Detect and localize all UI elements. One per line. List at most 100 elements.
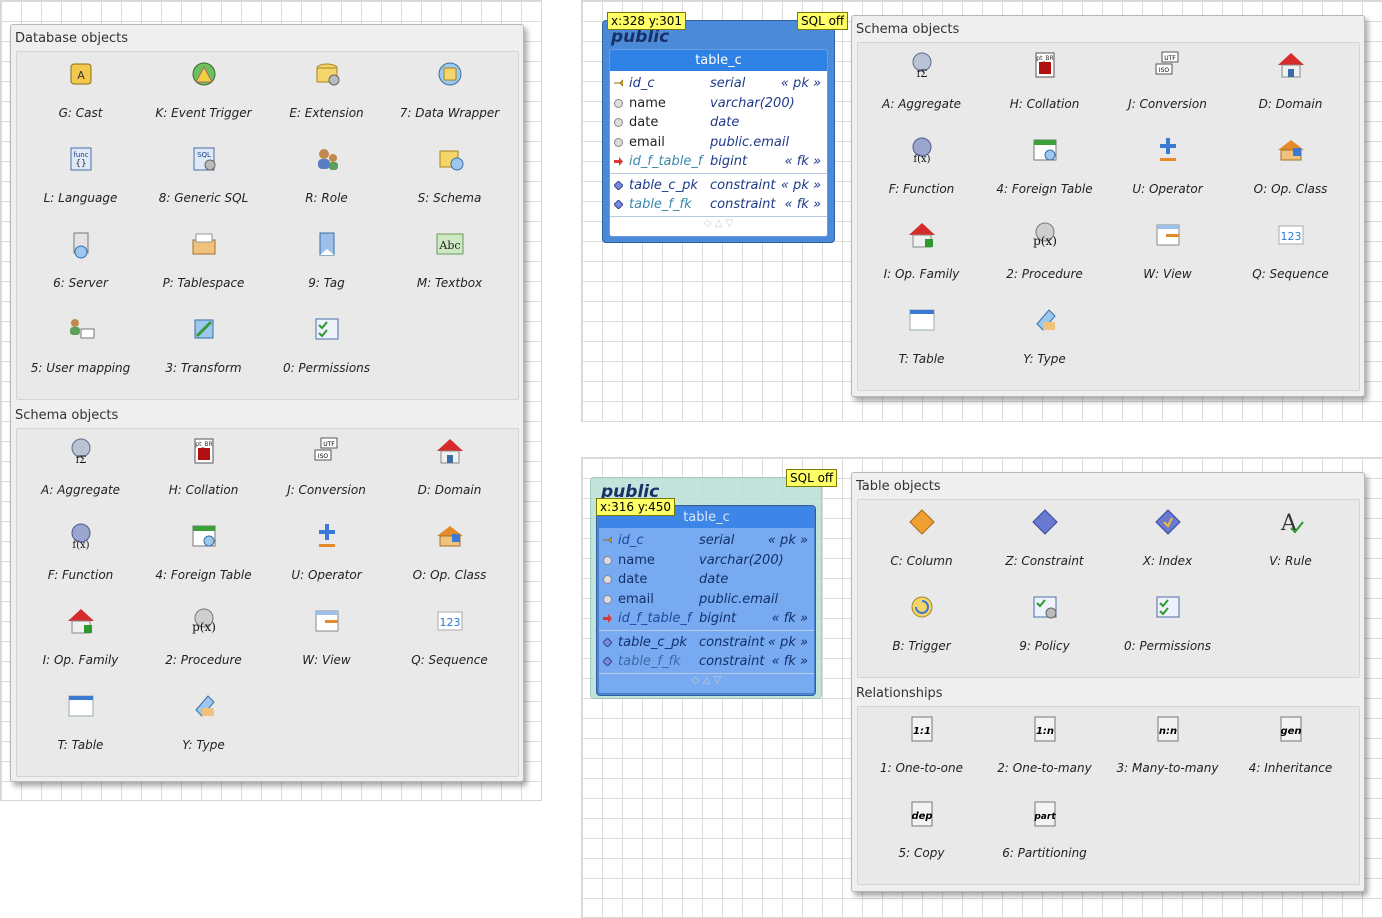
object-button-generic-sql[interactable]: SQL 8: Generic SQL	[142, 137, 265, 222]
object-button-collation[interactable]: pt_BR H: Collation	[142, 429, 265, 514]
object-button-procedure[interactable]: p(x) 2: Procedure	[142, 599, 265, 684]
object-button-sequence[interactable]: 123 Q: Sequence	[388, 599, 511, 684]
object-button-conversion[interactable]: UTF ISO J: Conversion	[265, 429, 388, 514]
primary-key-icon	[614, 79, 623, 87]
table-pager[interactable]: ◇ △ ▽	[610, 218, 827, 232]
object-button-function[interactable]: f(x) F: Function	[19, 514, 142, 599]
object-button-language[interactable]: func{} L: Language	[19, 137, 142, 222]
table-pager[interactable]: ◇ △ ▽	[599, 675, 814, 689]
object-button-table[interactable]: T: Table	[19, 684, 142, 769]
object-button-operator[interactable]: U: Operator	[1106, 128, 1229, 213]
object-button-schema[interactable]: S: Schema	[388, 137, 511, 222]
key-label: « pk »	[780, 76, 821, 91]
object-button-rule[interactable]: A V: Rule	[1229, 500, 1352, 585]
object-button-domain[interactable]: D: Domain	[1229, 43, 1352, 128]
column-row[interactable]: id_f_table_f bigint « fk »	[599, 609, 814, 628]
object-button-aggregate[interactable]: fΣ A: Aggregate	[860, 43, 983, 128]
object-label: H: Collation	[168, 483, 239, 497]
column-row[interactable]: email public.email	[599, 590, 814, 609]
conversion-icon: UTF ISO	[1152, 49, 1184, 81]
object-label: C: Column	[890, 554, 953, 568]
object-button-server[interactable]: 6: Server	[19, 222, 142, 307]
index-icon	[1152, 506, 1184, 538]
svg-text:f(x): f(x)	[72, 540, 89, 551]
column-type: bigint	[699, 611, 737, 626]
object-button-policy[interactable]: 9: Policy	[983, 585, 1106, 670]
object-button-op-family[interactable]: I: Op. Family	[19, 599, 142, 684]
object-button-one-to-one[interactable]: 1:1 1: One-to-one	[860, 707, 983, 792]
constraint-row[interactable]: table_c_pk constraint « pk »	[599, 633, 814, 652]
object-button-type[interactable]: Y: Type	[983, 298, 1106, 383]
object-button-operator[interactable]: U: Operator	[265, 514, 388, 599]
object-button-tag[interactable]: 9: Tag	[265, 222, 388, 307]
table-node-bottom[interactable]: public table_c id_c serial « pk » name varch…	[596, 482, 816, 696]
column-row[interactable]: id_c serial « pk »	[610, 74, 827, 93]
object-label: I: Op. Family	[883, 267, 960, 281]
object-button-view[interactable]: W: View	[265, 599, 388, 684]
object-button-user-mapping[interactable]: 5: User mapping	[19, 307, 142, 392]
object-button-foreign-table[interactable]: 4: Foreign Table	[983, 128, 1106, 213]
object-label: Y: Type	[1023, 352, 1066, 366]
object-label: 0: Permissions	[1123, 639, 1212, 653]
object-button-table[interactable]: T: Table	[860, 298, 983, 383]
object-label: H: Collation	[1009, 97, 1080, 111]
object-button-copy[interactable]: dep 5: Copy	[860, 792, 983, 877]
object-button-event-trigger[interactable]: K: Event Trigger	[142, 52, 265, 137]
column-row[interactable]: id_c serial « pk »	[599, 531, 814, 550]
constraint-row[interactable]: table_f_fk constraint « fk »	[610, 195, 827, 214]
cast-icon: A	[65, 58, 97, 90]
object-button-foreign-table[interactable]: 4: Foreign Table	[142, 514, 265, 599]
operator-icon	[1152, 134, 1184, 166]
svg-text:func: func	[73, 151, 88, 159]
partitioning-icon: part	[1029, 798, 1061, 830]
constraint-row[interactable]: table_f_fk constraint « fk »	[599, 652, 814, 671]
object-button-trigger[interactable]: B: Trigger	[860, 585, 983, 670]
object-button-permissions[interactable]: 0: Permissions	[1106, 585, 1229, 670]
object-button-role[interactable]: R: Role	[265, 137, 388, 222]
object-button-sequence[interactable]: 123 Q: Sequence	[1229, 213, 1352, 298]
object-button-partitioning[interactable]: part 6: Partitioning	[983, 792, 1106, 877]
object-button-procedure[interactable]: p(x) 2: Procedure	[983, 213, 1106, 298]
object-button-op-family[interactable]: I: Op. Family	[860, 213, 983, 298]
object-label: Q: Sequence	[411, 653, 488, 667]
column-row[interactable]: email public.email	[610, 133, 827, 152]
constraint-row[interactable]: table_c_pk constraint « pk »	[610, 176, 827, 195]
object-button-collation[interactable]: pt_BR H: Collation	[983, 43, 1106, 128]
object-button-type[interactable]: Y: Type	[142, 684, 265, 769]
object-button-many-to-many[interactable]: n:n 3: Many-to-many	[1106, 707, 1229, 792]
coords-badge: x:316 y:450	[596, 498, 676, 516]
object-button-view[interactable]: W: View	[1106, 213, 1229, 298]
column-icon	[603, 555, 612, 565]
column-row[interactable]: name varchar(200)	[610, 94, 827, 113]
column-row[interactable]: date date	[599, 570, 814, 589]
object-button-extension[interactable]: E: Extension	[265, 52, 388, 137]
object-button-data-wrapper[interactable]: 7: Data Wrapper	[388, 52, 511, 137]
object-button-conversion[interactable]: UTF ISO J: Conversion	[1106, 43, 1229, 128]
column-row[interactable]: id_f_table_f bigint « fk »	[610, 152, 827, 171]
object-button-op-class[interactable]: O: Op. Class	[1229, 128, 1352, 213]
object-button-constraint[interactable]: Z: Constraint	[983, 500, 1106, 585]
table-icon	[65, 690, 97, 722]
object-button-inheritance[interactable]: gen 4: Inheritance	[1229, 707, 1352, 792]
permissions-icon	[1152, 591, 1184, 623]
column-row[interactable]: date date	[610, 113, 827, 132]
column-row[interactable]: name varchar(200)	[599, 551, 814, 570]
object-button-cast[interactable]: A G: Cast	[19, 52, 142, 137]
object-button-column[interactable]: C: Column	[860, 500, 983, 585]
popup-right-top: Schema objects fΣ A: Aggregate pt_BR H: Col…	[851, 15, 1365, 397]
constraint-icon	[1029, 506, 1061, 538]
object-button-index[interactable]: X: Index	[1106, 500, 1229, 585]
object-button-function[interactable]: f(x) F: Function	[860, 128, 983, 213]
object-button-op-class[interactable]: O: Op. Class	[388, 514, 511, 599]
op-class-icon	[434, 520, 466, 552]
object-button-domain[interactable]: D: Domain	[388, 429, 511, 514]
language-icon: func{}	[65, 143, 97, 175]
object-button-one-to-many[interactable]: 1:n 2: One-to-many	[983, 707, 1106, 792]
object-button-aggregate[interactable]: fΣ A: Aggregate	[19, 429, 142, 514]
object-button-textbox[interactable]: Abc M: Textbox	[388, 222, 511, 307]
object-button-tablespace[interactable]: P: Tablespace	[142, 222, 265, 307]
table-node-top[interactable]: public table_c id_c serial « pk » name varch…	[602, 20, 835, 243]
object-button-transform[interactable]: 3: Transform	[142, 307, 265, 392]
object-button-permissions[interactable]: 0: Permissions	[265, 307, 388, 392]
column-icon	[906, 506, 938, 538]
